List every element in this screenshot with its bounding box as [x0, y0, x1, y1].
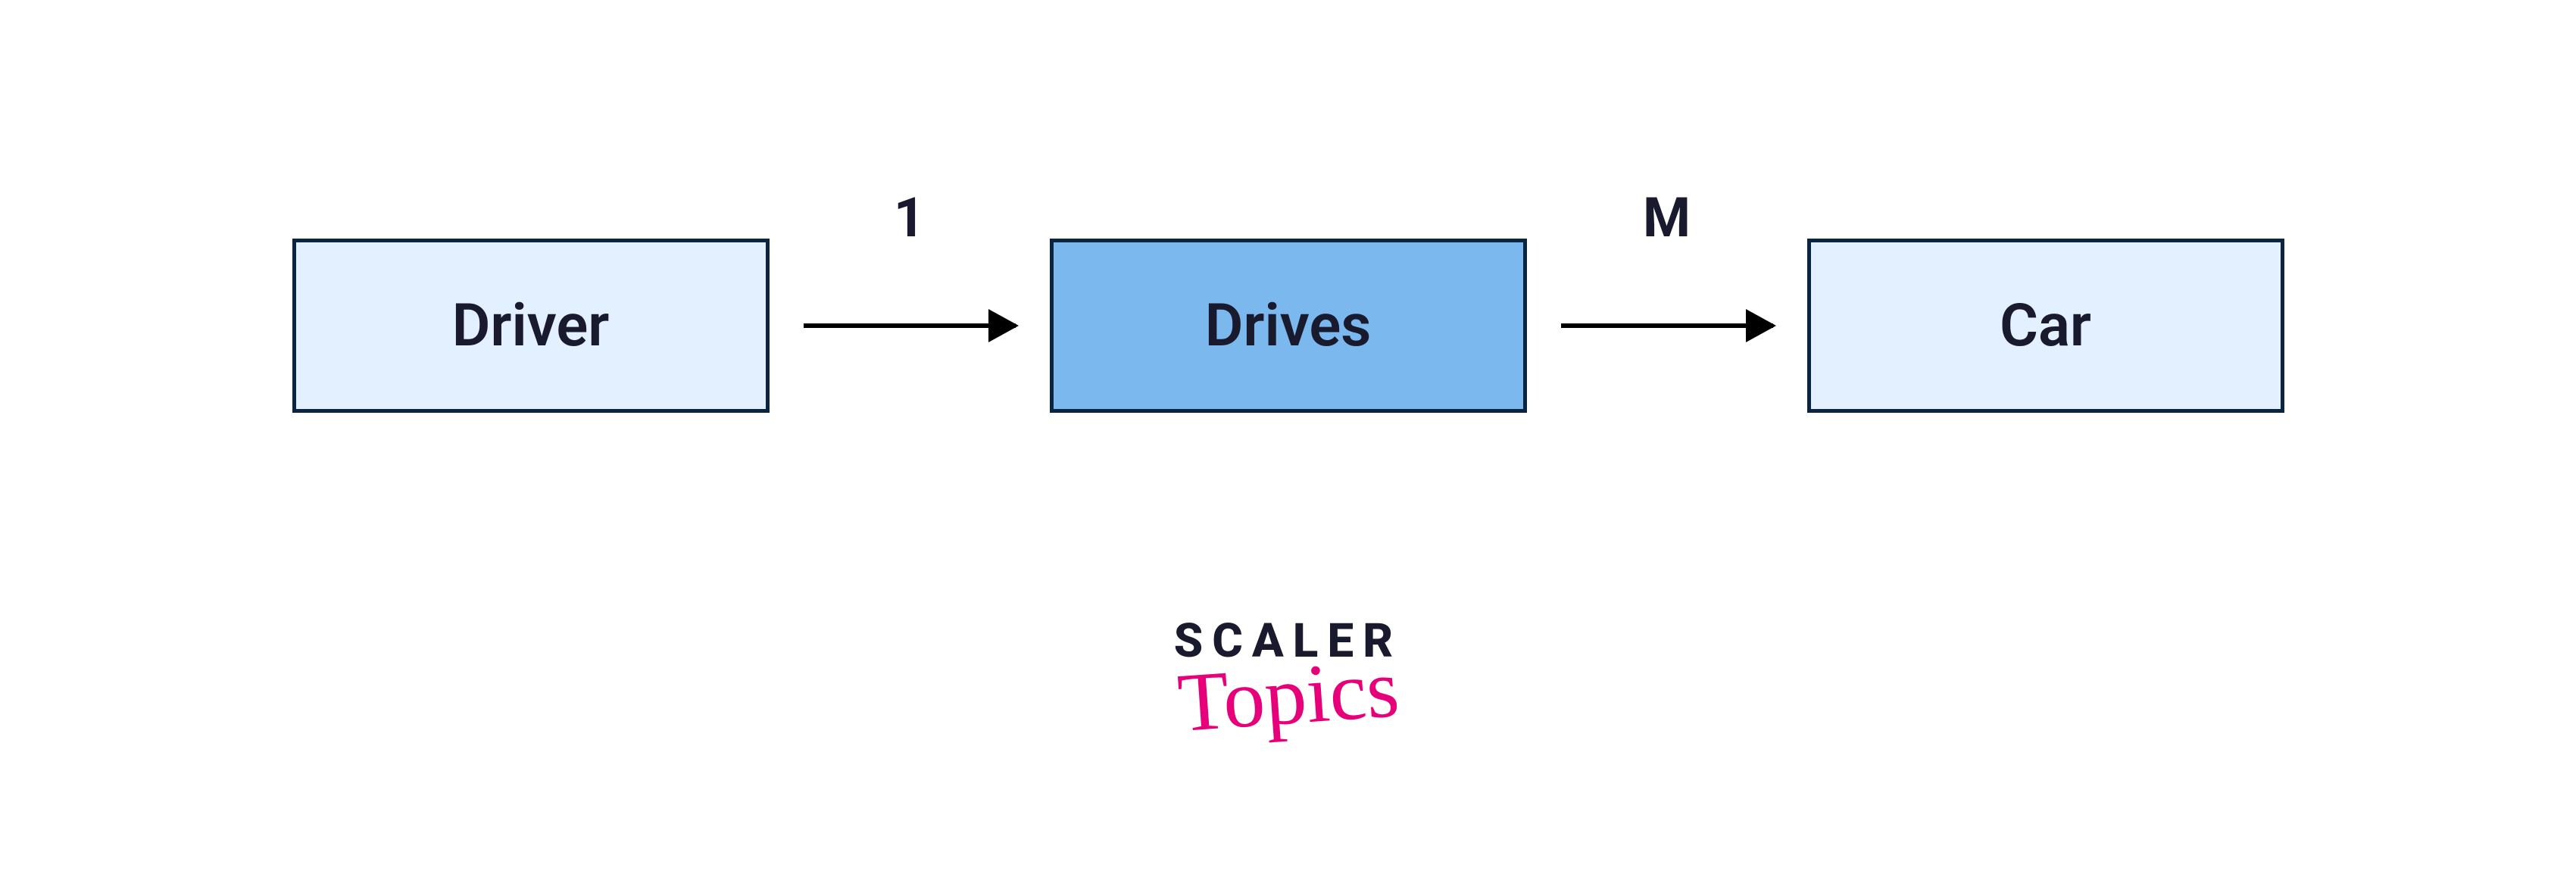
entity-driver: Driver — [292, 239, 770, 413]
entity-car: Car — [1807, 239, 2284, 413]
arrow-drives-to-car: M — [1527, 239, 1807, 413]
relationship-drives: Drives — [1050, 239, 1527, 413]
cardinality-label: M — [1643, 186, 1691, 250]
er-diagram: Driver 1 Drives M Car — [0, 239, 2576, 413]
arrow-driver-to-drives: 1 — [770, 239, 1050, 413]
entity-label: Car — [2000, 292, 2091, 361]
cardinality-label: 1 — [894, 186, 925, 250]
arrow-line-icon — [804, 323, 1016, 328]
arrow-line-icon — [1561, 323, 1773, 328]
entity-label: Drives — [1205, 292, 1372, 361]
entity-label: Driver — [452, 292, 610, 361]
logo-text-topics: Topics — [1171, 640, 1406, 752]
scaler-topics-logo: SCALER Topics — [1174, 613, 1402, 744]
